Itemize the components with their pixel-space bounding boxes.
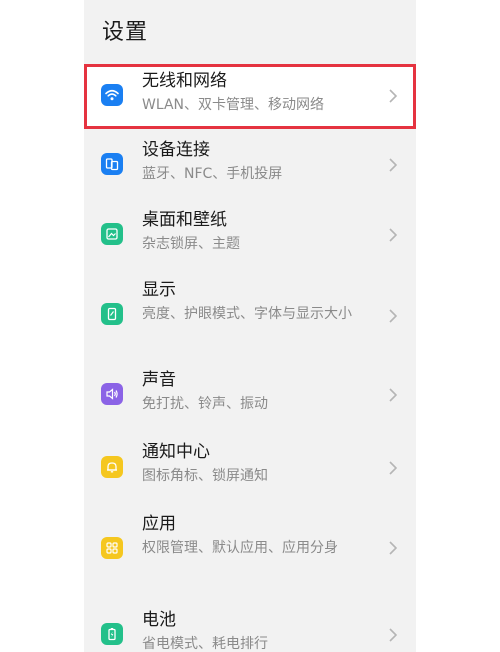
item-title: 电池: [142, 610, 176, 630]
settings-item-display[interactable]: 显示 亮度、护眼模式、字体与显示大小: [84, 269, 416, 363]
chevron-right-icon: [389, 89, 398, 103]
notification-bell-icon: [101, 456, 123, 478]
item-subtitle: 省电模式、耗电排行: [142, 636, 268, 652]
chevron-right-icon: [389, 541, 398, 555]
chevron-right-icon: [389, 228, 398, 242]
settings-item-sound[interactable]: 声音 免打扰、铃声、振动: [84, 363, 416, 433]
item-title: 应用: [142, 514, 176, 534]
settings-list: 无线和网络 WLAN、双卡管理、移动网络 设备连接 蓝牙、NFC、手机投屏 桌面…: [84, 64, 416, 652]
settings-item-device-connection[interactable]: 设备连接 蓝牙、NFC、手机投屏: [84, 129, 416, 199]
item-title: 桌面和壁纸: [142, 210, 227, 230]
settings-screen: 设置 无线和网络 WLAN、双卡管理、移动网络 设备连接 蓝牙、NFC、手机投屏…: [84, 0, 416, 652]
item-title: 无线和网络: [142, 71, 227, 91]
item-subtitle: 杂志锁屏、主题: [142, 236, 240, 252]
item-subtitle: 免打扰、铃声、振动: [142, 396, 268, 412]
chevron-right-icon: [389, 628, 398, 642]
settings-item-notification-center[interactable]: 通知中心 图标角标、锁屏通知: [84, 433, 416, 503]
settings-item-desktop-wallpaper[interactable]: 桌面和壁纸 杂志锁屏、主题: [84, 199, 416, 269]
item-title: 设备连接: [142, 140, 210, 160]
settings-item-battery[interactable]: 电池 省电模式、耗电排行: [84, 599, 416, 652]
chevron-right-icon: [389, 388, 398, 402]
wifi-icon: [101, 84, 123, 106]
item-subtitle: 权限管理、默认应用、应用分身: [142, 540, 338, 556]
sound-icon: [101, 383, 123, 405]
settings-item-wireless-network[interactable]: 无线和网络 WLAN、双卡管理、移动网络: [84, 64, 416, 129]
settings-item-apps[interactable]: 应用 权限管理、默认应用、应用分身: [84, 503, 416, 599]
item-title: 声音: [142, 370, 176, 390]
item-title: 通知中心: [142, 442, 210, 462]
battery-icon: [101, 623, 123, 645]
item-subtitle: WLAN、双卡管理、移动网络: [142, 97, 325, 113]
page-title: 设置: [102, 20, 149, 45]
apps-icon: [101, 537, 123, 559]
wallpaper-icon: [101, 223, 123, 245]
chevron-right-icon: [389, 309, 398, 323]
chevron-right-icon: [389, 158, 398, 172]
item-subtitle: 亮度、护眼模式、字体与显示大小: [142, 306, 352, 322]
item-subtitle: 图标角标、锁屏通知: [142, 468, 268, 484]
item-subtitle: 蓝牙、NFC、手机投屏: [142, 166, 283, 182]
item-title: 显示: [142, 280, 176, 300]
display-icon: [101, 303, 123, 325]
chevron-right-icon: [389, 461, 398, 475]
device-connection-icon: [101, 153, 123, 175]
